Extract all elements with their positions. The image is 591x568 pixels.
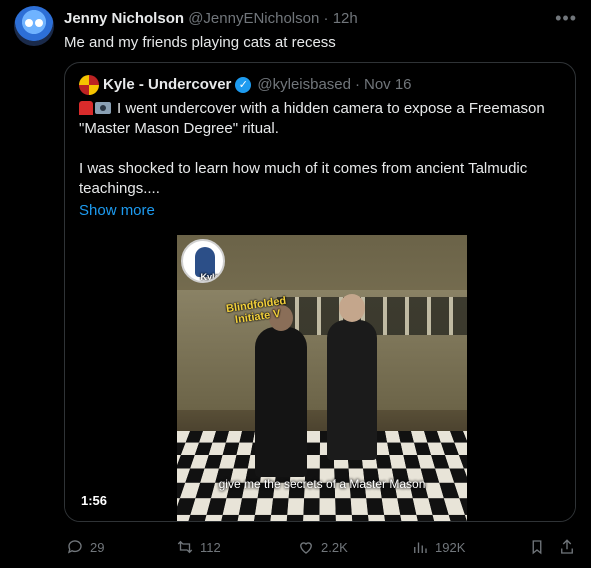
more-options-icon[interactable]: ••• [555, 8, 577, 29]
video-caption: give me the secrets of a Master Mason [218, 477, 426, 491]
views-icon [414, 542, 427, 553]
quoted-tweet[interactable]: Kyle - Undercover ✓ @kyleisbased · Nov 1… [64, 62, 576, 522]
quoted-text-paragraph-2: I was shocked to learn how much of it co… [79, 160, 528, 197]
avatar-eye [35, 19, 43, 27]
author-name[interactable]: Jenny Nicholson [64, 10, 184, 27]
avatar-eye [25, 19, 33, 27]
tweet-text: Me and my friends playing cats at recess [64, 34, 336, 51]
like-count: 2.2K [321, 539, 348, 555]
bookmark-icon [532, 540, 542, 555]
repost-button[interactable]: 112 [176, 538, 221, 556]
reply-button[interactable]: 29 [66, 538, 104, 556]
video-duration: 1:56 [81, 493, 108, 508]
repost-icon [177, 540, 193, 554]
share-icon [561, 539, 573, 554]
quoted-tweet-body: I went undercover with a hidden camera t… [79, 99, 567, 221]
share-button[interactable] [558, 538, 576, 556]
quoted-author-handle[interactable]: @kyleisbased [257, 75, 351, 95]
avatar[interactable] [14, 6, 54, 46]
logo-text: Kyle Undercover [200, 272, 220, 282]
blindfolded-initiate-figure [255, 305, 307, 477]
siren-emoji-icon [79, 101, 93, 115]
reply-icon [67, 540, 82, 554]
quoted-date[interactable]: Nov 16 [364, 75, 412, 95]
timestamp[interactable]: 12h [333, 10, 358, 27]
author-handle[interactable]: @JennyENicholson [188, 10, 319, 27]
separator: · [355, 76, 360, 93]
figure-head [339, 294, 365, 322]
separator: · [323, 10, 329, 27]
quoted-avatar[interactable] [79, 75, 99, 95]
show-more-link[interactable]: Show more [79, 201, 567, 221]
heart-icon [300, 542, 312, 554]
tweet-header: Jenny Nicholson @JennyENicholson · 12h [64, 10, 358, 28]
man-figure [327, 294, 377, 460]
channel-logo: Kyle Undercover [181, 239, 225, 283]
view-count: 192K [435, 539, 466, 555]
quoted-author-name[interactable]: Kyle - Undercover [103, 75, 231, 95]
repost-count: 112 [200, 539, 221, 555]
reply-count: 29 [90, 539, 105, 555]
video-player[interactable]: Kyle Undercover Blindfolded Initiate V g… [65, 235, 575, 521]
video-frame: Kyle Undercover Blindfolded Initiate V g… [177, 235, 467, 521]
quoted-tweet-header: Kyle - Undercover ✓ @kyleisbased · Nov 1… [79, 75, 412, 95]
like-button[interactable]: 2.2K [297, 538, 348, 556]
bookmark-button[interactable] [528, 538, 546, 556]
views-button[interactable]: 192K [411, 538, 465, 556]
action-bar: 29 112 2.2K 192K [64, 538, 576, 558]
verified-badge-icon: ✓ [235, 77, 252, 93]
quoted-text-paragraph-1: I went undercover with a hidden camera t… [79, 100, 545, 137]
camera-emoji-icon [95, 102, 111, 114]
